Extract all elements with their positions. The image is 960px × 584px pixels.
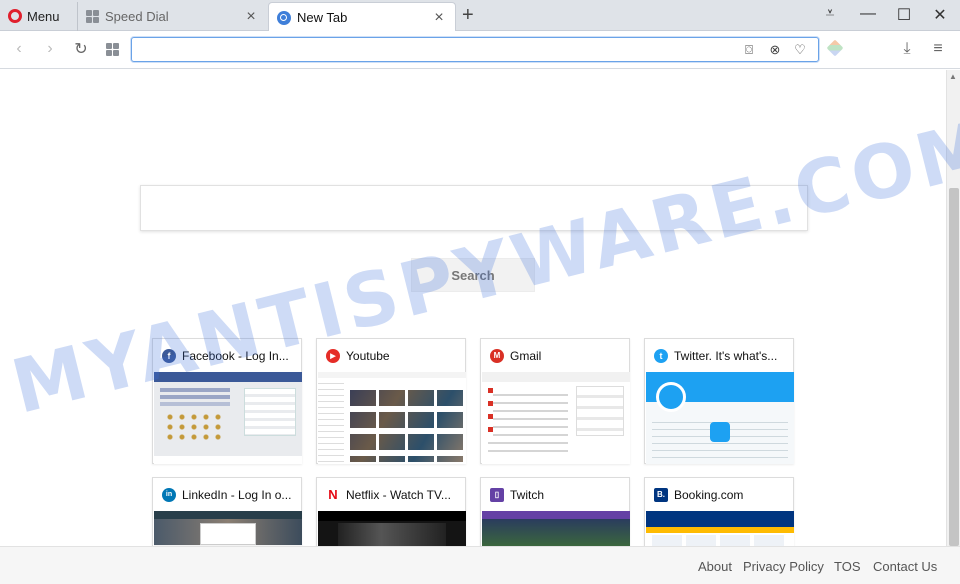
netflix-icon: N [326, 487, 340, 502]
back-icon[interactable]: ‹ [9, 39, 29, 59]
page-footer: About Privacy Policy TOS Contact Us [0, 546, 960, 584]
opera-menu-button[interactable]: Menu [8, 6, 60, 26]
menu-label: Menu [27, 8, 60, 24]
tile-thumbnail [646, 372, 794, 464]
gmail-icon: M [490, 348, 504, 363]
speed-dial-tile-twitter[interactable]: t Twitter. It's what's... [644, 338, 794, 464]
reload-icon[interactable]: ↻ [71, 39, 91, 59]
tile-thumbnail [154, 372, 302, 464]
download-icon[interactable]: ⤓ [897, 39, 917, 59]
tab-speed-dial[interactable]: Speed Dial × [77, 2, 267, 31]
tile-title: Facebook - Log In... [182, 348, 289, 363]
tile-thumbnail [482, 372, 630, 464]
page-scrollbar[interactable]: ▲ [946, 70, 960, 546]
grid-icon [105, 42, 119, 56]
tile-title: Twitch [510, 487, 545, 502]
navigation-toolbar: ‹ › ↻ ⌼ ⊗ ♡ ⤓ ≡ [0, 31, 960, 69]
tile-title: Gmail [510, 348, 542, 363]
opera-logo-icon [8, 9, 22, 23]
address-bar[interactable]: ⌼ ⊗ ♡ [131, 37, 819, 62]
maximize-icon[interactable]: ☐ [893, 5, 915, 25]
youtube-icon: ▶ [326, 348, 340, 363]
speed-dial-tile-facebook[interactable]: f Facebook - Log In... [152, 338, 302, 464]
tile-title: Youtube [346, 348, 390, 363]
speed-dial-tile-youtube[interactable]: ▶ Youtube [316, 338, 466, 464]
address-input[interactable] [138, 38, 738, 60]
footer-link-tos[interactable]: TOS [834, 559, 861, 574]
search-button[interactable]: Search [411, 258, 535, 292]
heart-icon[interactable]: ♡ [791, 41, 809, 59]
tile-title: LinkedIn - Log In o... [182, 487, 292, 502]
speed-dial-tile-gmail[interactable]: M Gmail [480, 338, 630, 464]
new-tab-page: Search f Facebook - Log In... ▶ Youtube … [0, 70, 946, 584]
extension-cube-icon[interactable] [826, 39, 844, 57]
new-tab-button[interactable]: + [462, 4, 474, 27]
close-tab-icon[interactable]: × [243, 8, 259, 26]
linkedin-icon: in [162, 487, 176, 502]
twitter-icon: t [654, 348, 668, 363]
camera-icon[interactable]: ⌼ [740, 41, 758, 59]
tab-label: Speed Dial [105, 9, 169, 24]
tile-title: Netflix - Watch TV... [346, 487, 451, 502]
forward-icon[interactable]: › [40, 39, 60, 59]
tile-title: Booking.com [674, 487, 744, 502]
tab-strip: Menu Speed Dial × New Tab × + ⩡ — ☐ ✕ [0, 0, 960, 32]
browser-window: Menu Speed Dial × New Tab × + ⩡ — ☐ ✕ ‹ … [0, 0, 960, 584]
tab-label: New Tab [297, 10, 348, 25]
minimize-icon[interactable]: — [857, 5, 879, 23]
search-icon [277, 10, 291, 25]
tab-menu-icon[interactable]: ⩡ [819, 5, 841, 23]
tab-new-tab[interactable]: New Tab × [268, 2, 456, 32]
scrollbar-thumb[interactable] [949, 188, 959, 546]
tile-thumbnail [318, 372, 466, 464]
facebook-icon: f [162, 348, 176, 363]
scroll-up-icon[interactable]: ▲ [949, 72, 957, 81]
close-window-icon[interactable]: ✕ [929, 5, 951, 25]
block-ads-icon[interactable]: ⊗ [766, 41, 784, 59]
search-box[interactable] [140, 185, 808, 231]
search-input[interactable] [141, 186, 807, 230]
speed-dial-icon [86, 10, 99, 23]
footer-link-about[interactable]: About [698, 559, 732, 574]
easy-setup-icon[interactable]: ≡ [928, 39, 948, 59]
tabs-overview-icon[interactable] [102, 39, 122, 59]
footer-link-contact-us[interactable]: Contact Us [873, 559, 937, 574]
footer-link-privacy-policy[interactable]: Privacy Policy [743, 559, 824, 574]
twitch-icon: ▯ [490, 487, 504, 502]
booking-icon: B. [654, 487, 668, 502]
close-tab-icon[interactable]: × [431, 9, 447, 27]
tile-title: Twitter. It's what's... [674, 348, 778, 363]
